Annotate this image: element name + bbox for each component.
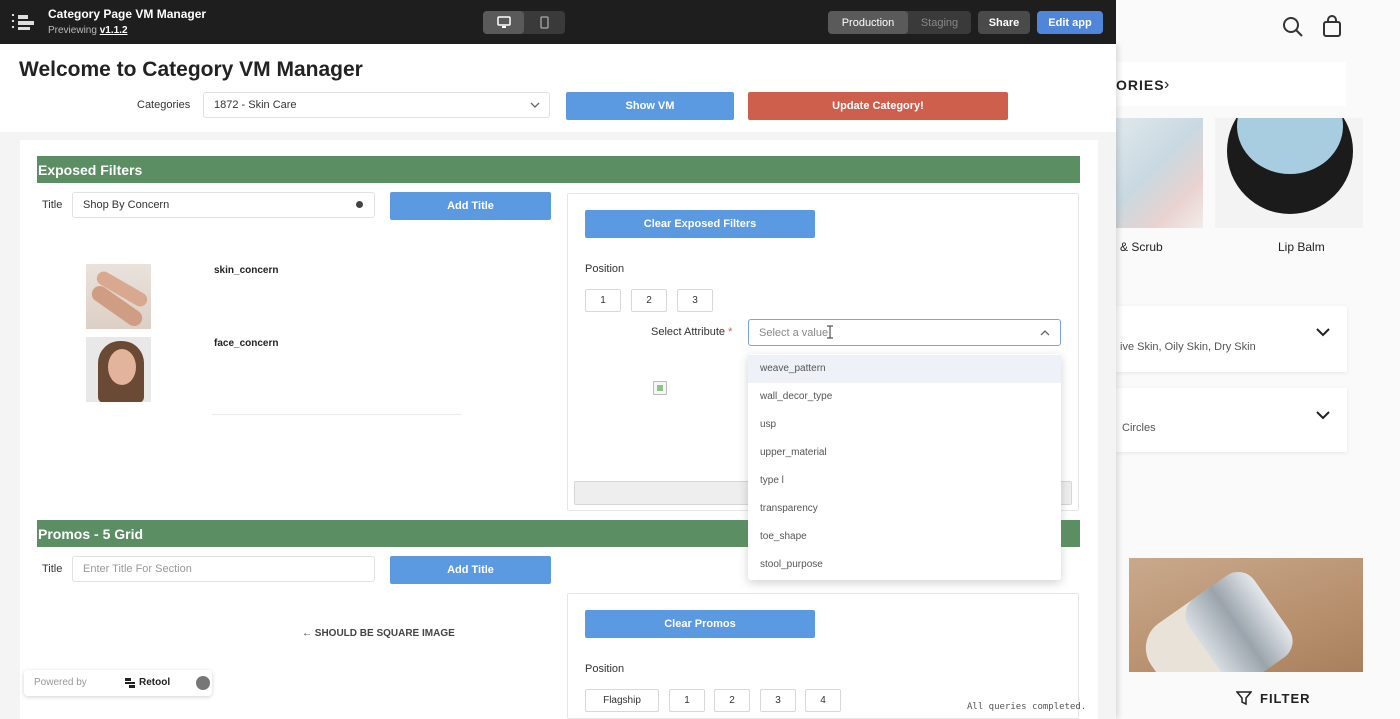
version-link[interactable]: v1.1.2	[100, 25, 128, 36]
categories-select[interactable]: 1872 - Skin Care	[203, 92, 550, 118]
update-category-button[interactable]: Update Category!	[748, 92, 1008, 120]
accordion-skin-type-text: ive Skin, Oily Skin, Dry Skin	[1120, 341, 1256, 353]
required-mark: *	[728, 326, 733, 338]
share-button[interactable]: Share	[978, 11, 1030, 34]
position-button-3[interactable]: 3	[677, 289, 713, 312]
product-image-scrub[interactable]	[1116, 118, 1203, 228]
environment-toggle: Production Staging	[828, 11, 971, 34]
page-title: Welcome to Category VM Manager	[19, 58, 363, 81]
app-title: Category Page VM Manager	[48, 7, 207, 21]
storefront-filter-button[interactable]: FILTER	[1236, 688, 1311, 708]
position-button-1[interactable]: 1	[669, 689, 705, 712]
filter-label: FILTER	[1260, 690, 1311, 706]
app-root: ORIES › & Scrub Lip Balm ive Skin, Oily …	[0, 0, 1400, 719]
exposed-title-input[interactable]: Shop By Concern	[72, 192, 375, 218]
mobile-icon	[540, 16, 549, 29]
query-status: All queries completed.	[967, 702, 1087, 712]
filter-icon	[1236, 691, 1252, 706]
text-cursor-icon	[827, 325, 833, 339]
dropdown-option[interactable]: type l	[748, 467, 1061, 495]
product-label-lip-balm: Lip Balm	[1278, 240, 1325, 254]
app-version-line: Previewing v1.1.2	[48, 25, 128, 36]
edit-app-button[interactable]: Edit app	[1037, 11, 1103, 34]
desktop-view-button[interactable]	[483, 11, 524, 34]
promos-header-tail	[1061, 520, 1080, 547]
storefront-banner-image[interactable]	[1129, 558, 1363, 672]
broken-image-icon	[653, 381, 667, 395]
user-avatar[interactable]	[196, 676, 210, 690]
dropdown-option[interactable]: transparency	[748, 495, 1061, 523]
position-button-4[interactable]: 4	[805, 689, 841, 712]
product-image-lip-balm[interactable]	[1215, 118, 1363, 228]
skin-concern-image	[86, 264, 151, 329]
position-button-flagship[interactable]: Flagship	[585, 689, 659, 712]
mobile-view-button[interactable]	[524, 11, 565, 34]
search-icon[interactable]	[1282, 16, 1304, 38]
promos-position-label: Position	[585, 663, 625, 675]
shopping-bag-icon[interactable]	[1322, 15, 1342, 37]
position-button-2[interactable]: 2	[714, 689, 750, 712]
chevron-right-icon: ›	[1164, 76, 1170, 93]
preview-prefix: Previewing	[48, 25, 97, 36]
powered-by-retool-badge[interactable]: Powered by Retool	[24, 670, 212, 696]
storefront-categories-label: ORIES	[1116, 77, 1165, 93]
filter-item-name: face_concern	[214, 338, 279, 349]
product-label-scrub: & Scrub	[1120, 240, 1163, 254]
position-button-1[interactable]: 1	[585, 289, 621, 312]
categories-label: Categories	[137, 99, 191, 111]
dropdown-option[interactable]: toe_shape	[748, 523, 1061, 551]
chevron-down-icon[interactable]	[1314, 409, 1332, 421]
retool-logo-icon	[125, 678, 135, 688]
select-attribute-text: Select Attribute	[651, 326, 725, 338]
dropdown-option[interactable]: usp	[748, 411, 1061, 439]
face-concern-image	[86, 337, 151, 402]
chevron-up-icon	[1040, 330, 1050, 336]
exposed-filters-header: Exposed Filters	[37, 156, 1080, 183]
retool-header: Category Page VM Manager Previewing v1.1…	[0, 0, 1116, 44]
env-production-button[interactable]: Production	[828, 11, 908, 34]
promos-title-label: Title	[42, 563, 63, 575]
accordion-concern-text: Circles	[1122, 422, 1156, 434]
filter-item-name: skin_concern	[214, 265, 279, 276]
select-attribute-input[interactable]: Select a value	[748, 319, 1061, 346]
desktop-icon	[496, 16, 511, 28]
storefront-accordion-concern[interactable]	[1116, 388, 1347, 452]
app-menu-icon[interactable]	[12, 12, 36, 32]
chevron-down-icon[interactable]	[1314, 326, 1332, 338]
position-button-3[interactable]: 3	[760, 689, 796, 712]
clear-promos-button[interactable]: Clear Promos	[585, 610, 815, 638]
attribute-dropdown-menu: weave_pattern wall_decor_type usp upper_…	[748, 354, 1061, 580]
dropdown-option[interactable]: wall_decor_type	[748, 383, 1061, 411]
divider	[212, 414, 462, 415]
select-attribute-label: Select Attribute *	[651, 326, 732, 338]
dropdown-option[interactable]: upper_material	[748, 439, 1061, 467]
env-staging-button[interactable]: Staging	[908, 11, 971, 34]
position-button-2[interactable]: 2	[631, 289, 667, 312]
square-image-note: ← SHOULD BE SQUARE IMAGE	[302, 628, 455, 639]
device-toggle	[483, 11, 565, 34]
clear-exposed-filters-button[interactable]: Clear Exposed Filters	[585, 210, 815, 238]
promos-header: Promos - 5 Grid	[37, 520, 748, 547]
dropdown-option[interactable]: weave_pattern	[748, 355, 1061, 383]
clear-input-icon[interactable]	[356, 201, 363, 208]
position-label: Position	[585, 263, 625, 275]
chevron-down-icon	[530, 102, 540, 108]
powered-by-text: Powered by	[34, 677, 87, 688]
dropdown-option[interactable]: stool_purpose	[748, 551, 1061, 579]
retool-brand: Retool	[139, 677, 171, 688]
exposed-add-title-button[interactable]: Add Title	[390, 192, 551, 220]
exposed-title-label: Title	[42, 199, 63, 211]
promos-add-title-button[interactable]: Add Title	[390, 556, 551, 584]
show-vm-button[interactable]: Show VM	[566, 92, 734, 120]
promos-title-input[interactable]: Enter Title For Section	[72, 556, 375, 582]
storefront-accordion-skin-type[interactable]	[1116, 306, 1347, 372]
